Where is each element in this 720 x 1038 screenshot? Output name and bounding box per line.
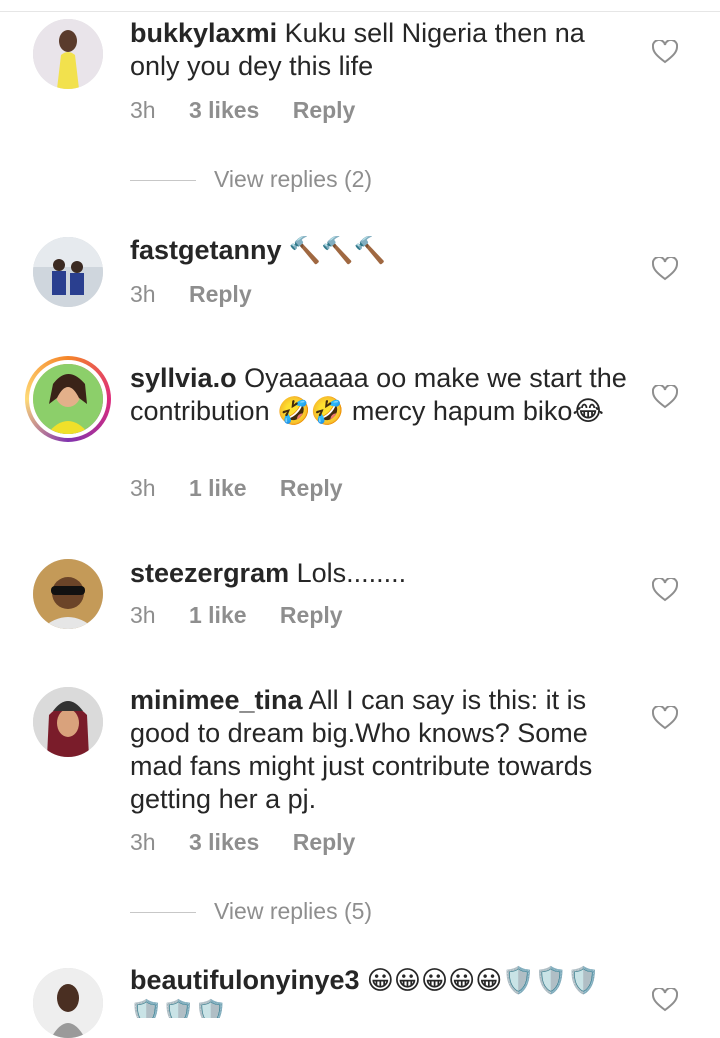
heart-outline-icon[interactable] [652,385,678,409]
comment-text: minimee_tina All I can say is this: it i… [130,684,630,816]
avatar[interactable] [33,237,103,307]
comment-username[interactable]: beautifulonyinye3 [130,965,360,995]
heart-outline-icon[interactable] [652,988,678,1012]
comment-text: bukkylaxmi Kuku sell Nigeria then na onl… [130,17,630,83]
reply-button[interactable]: Reply [293,97,356,123]
comment-username[interactable]: minimee_tina [130,685,303,715]
comment-time: 3h [130,97,156,123]
comment-username[interactable]: syllvia.o [130,363,237,393]
comment-time: 3h [130,281,156,307]
reply-button[interactable]: Reply [293,829,356,855]
view-replies-link[interactable]: View replies (5) [130,898,372,925]
replies-divider [130,180,196,182]
view-replies-link[interactable]: View replies (2) [130,166,372,193]
comment-text: fastgetanny 🔨🔨🔨 [130,234,630,267]
comment-meta: 3h Reply [130,281,279,308]
comment-body: Lols........ [289,558,407,588]
comment-likes[interactable]: 3 likes [189,829,259,855]
heart-outline-icon[interactable] [652,706,678,730]
heart-outline-icon[interactable] [652,578,678,602]
heart-outline-icon[interactable] [652,257,678,281]
avatar[interactable] [33,559,103,629]
comment-meta: 3h 1 like Reply [130,475,370,502]
avatar[interactable] [33,687,103,757]
reply-button[interactable]: Reply [280,475,343,501]
comment-meta: 3h 1 like Reply [130,602,370,629]
comment-likes[interactable]: 1 like [189,475,247,501]
replies-divider [130,912,196,914]
heart-outline-icon[interactable] [652,40,678,64]
avatar [29,360,107,438]
comment-text: beautifulonyinye3 😀😀😀😀😀🛡️🛡️🛡️🛡️🛡️🛡️ [130,964,630,1018]
top-divider [0,0,720,12]
reply-button[interactable]: Reply [280,602,343,628]
reply-button[interactable]: Reply [189,281,252,307]
comment-time: 3h [130,602,156,628]
avatar[interactable] [33,968,103,1038]
comment-text: steezergram Lols........ [130,557,630,590]
avatar-story-ring[interactable] [25,356,111,442]
comment-likes[interactable]: 3 likes [189,97,259,123]
comment-time: 3h [130,829,156,855]
comment-username[interactable]: fastgetanny [130,235,282,265]
avatar[interactable] [33,19,103,89]
comment-meta: 3h 3 likes Reply [130,829,382,856]
comment-body: 🔨🔨🔨 [281,235,386,265]
comment-time: 3h [130,475,156,501]
view-replies-label: View replies (5) [214,898,373,924]
view-replies-label: View replies (2) [214,166,373,192]
comment-meta: 3h 3 likes Reply [130,97,382,124]
comment-text: syllvia.o Oyaaaaaa oo make we start the … [130,362,630,428]
comment-username[interactable]: steezergram [130,558,289,588]
comment-likes[interactable]: 1 like [189,602,247,628]
comment-username[interactable]: bukkylaxmi [130,18,277,48]
